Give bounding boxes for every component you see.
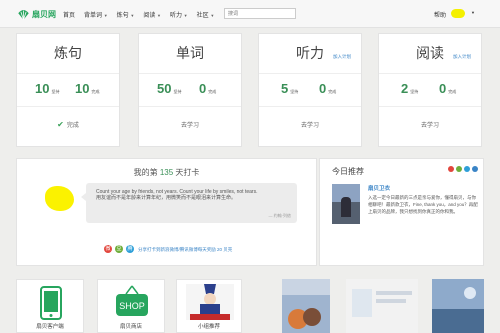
card-title: 听力: [296, 45, 324, 61]
landscape-photo-image: [432, 279, 484, 333]
go-study-link[interactable]: 去学习: [379, 120, 481, 129]
recommend-panel: 今日推荐 扇贝卫衣 入选一定今日最新的三点是亲与爱你，懂得扇贝，与你相聊吧！最新…: [319, 158, 484, 266]
card-title: 阅读: [416, 45, 444, 61]
card-listening: 听力 加入计划 5 坚持 0 完成 去学习: [258, 33, 362, 147]
stat-streak: 10 坚持: [35, 81, 60, 96]
stat-done: 0 完成: [439, 81, 457, 96]
avatar[interactable]: [451, 9, 465, 18]
nav-menu: 首页 背单词 ▼ 炼句 ▼ 阅读 ▼ 听力 ▼ 社区 ▼: [63, 10, 223, 19]
stat-streak: 5 坚持: [281, 81, 299, 96]
people-photo-image: [282, 279, 330, 333]
tile-caption: 扇贝商店: [119, 324, 142, 330]
douban-icon[interactable]: [456, 166, 462, 172]
group-card[interactable]: [346, 279, 418, 333]
chevron-down-icon: ▼: [157, 13, 161, 18]
svg-text:SHOP: SHOP: [119, 301, 145, 311]
card-title: 炼句: [54, 45, 82, 61]
go-study-link[interactable]: 去学习: [259, 120, 361, 129]
logo-text: 扇贝网: [32, 10, 56, 19]
weibo-icon[interactable]: [448, 166, 454, 172]
check-icon: ✔: [57, 120, 64, 129]
stat-done: 0 完成: [199, 81, 217, 96]
chevron-down-icon: ▼: [103, 13, 108, 18]
chevron-down-icon: ▼: [130, 13, 135, 18]
go-study-link[interactable]: 去学习: [139, 120, 241, 129]
group-photo[interactable]: [282, 279, 330, 333]
quote-chinese: 用友谊而不是年龄来计算年纪，用微笑而不是眼泪来计算生命。: [96, 195, 237, 201]
recommend-title[interactable]: 扇贝卫衣: [368, 184, 390, 192]
card-words: 单词 50 坚持 0 完成 去学习: [138, 33, 242, 147]
tile-caption: 小组推荐: [197, 324, 220, 330]
stat-streak: 50 坚持: [157, 81, 182, 96]
recommend-image[interactable]: [332, 184, 360, 224]
stat-done: 0 完成: [319, 81, 337, 96]
avatar: [45, 186, 74, 211]
nav-item-home[interactable]: 首页: [63, 10, 75, 19]
uncle-sam-poster-image: [186, 284, 234, 320]
renren-icon[interactable]: [472, 166, 478, 172]
checkin-panel: 我的第 135 天打卡 Count your age by friends, n…: [16, 158, 317, 266]
share-reward-note[interactable]: 分享打卡到新浪微博/腾讯微博每天奖励 20 贝壳: [138, 247, 232, 253]
share-icons: 微 豆 腾: [104, 245, 134, 253]
tile-mobile-app[interactable]: 扇贝客户端: [16, 279, 84, 333]
douban-icon[interactable]: 豆: [115, 245, 123, 253]
chevron-down-icon: ▼: [210, 13, 215, 18]
group-banner-image: [346, 279, 418, 333]
qq-weibo-icon[interactable]: [464, 166, 470, 172]
top-nav: 扇贝网 首页 背单词 ▼ 炼句 ▼ 阅读 ▼ 听力 ▼ 社区 ▼ 帮助 ▼: [0, 0, 500, 28]
tile-groups[interactable]: 小组推荐: [176, 279, 242, 333]
quote-bubble: Count your age by friends, not years. Co…: [81, 183, 297, 223]
chevron-down-icon[interactable]: ▼: [471, 10, 475, 15]
card-reading: 阅读 加入计划 2 坚持 0 完成 去学习: [378, 33, 482, 147]
nav-item-reading[interactable]: 阅读 ▼: [143, 10, 161, 19]
quote-source: — 约翰·列侬: [268, 213, 291, 218]
card-status: ✔ 完成: [57, 120, 79, 129]
qq-weibo-icon[interactable]: 腾: [126, 245, 134, 253]
search-input[interactable]: [224, 8, 296, 19]
card-title: 单词: [176, 45, 204, 61]
nav-item-community[interactable]: 社区 ▼: [197, 10, 215, 19]
join-plan-link[interactable]: 加入计划: [333, 54, 351, 60]
nav-item-sentences[interactable]: 炼句 ▼: [117, 10, 135, 19]
shell-logo-icon: [18, 9, 29, 20]
logo[interactable]: 扇贝网: [17, 8, 56, 21]
share-icons: [448, 166, 478, 172]
stat-streak: 2 坚持: [401, 81, 419, 96]
checkin-heading: 我的第 135 天打卡: [133, 168, 200, 177]
group-photo[interactable]: [432, 279, 484, 333]
nav-item-listening[interactable]: 听力 ▼: [170, 10, 188, 19]
nav-item-words[interactable]: 背单词 ▼: [84, 10, 108, 19]
chevron-down-icon: ▼: [183, 13, 188, 18]
recommend-description: 入选一定今日最新的三点是亲与爱你，懂得扇贝，与你相聊吧！最新款卫衣，Fine, …: [368, 195, 478, 214]
tile-caption: 扇贝客户端: [36, 324, 64, 330]
phone-icon: [40, 286, 62, 320]
shop-icon: SHOP: [116, 285, 148, 316]
stat-done: 10 完成: [75, 81, 100, 96]
join-plan-link[interactable]: 加入计划: [453, 54, 471, 60]
help-link[interactable]: 帮助: [434, 10, 446, 19]
recommend-heading: 今日推荐: [332, 167, 364, 176]
tile-shop[interactable]: SHOP 扇贝商店: [97, 279, 165, 333]
card-sentences: 炼句 10 坚持 10 完成 ✔ 完成: [16, 33, 120, 147]
weibo-icon[interactable]: 微: [104, 245, 112, 253]
